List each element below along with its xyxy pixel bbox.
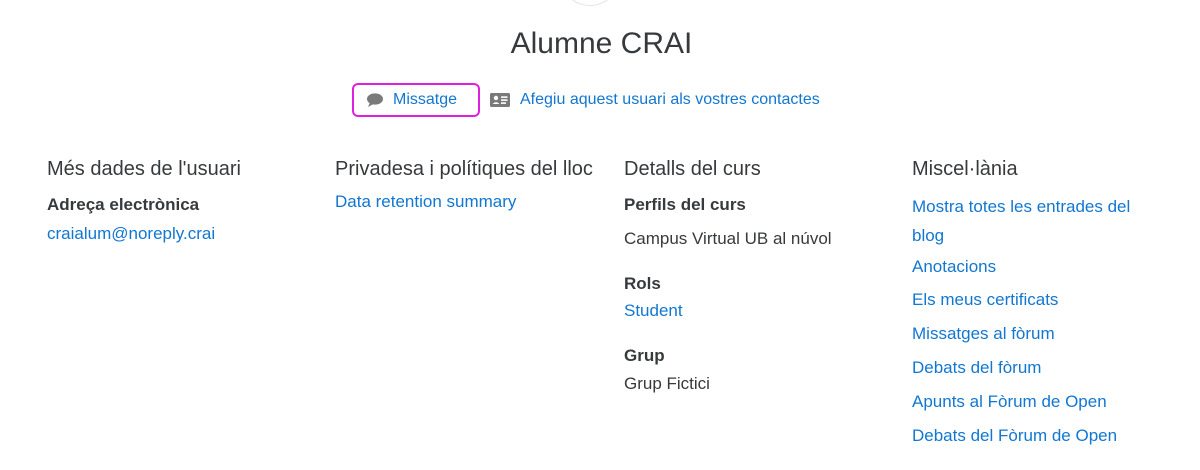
email-link[interactable]: craialum@noreply.crai [47,224,215,243]
open-forum-discussions-link[interactable]: Debats del Fòrum de Open [912,426,1117,445]
group-label: Grup [624,346,665,365]
profile-actions: Missatge Afegiu aquest usuari als vostre… [352,82,820,118]
message-button-label: Missatge [393,91,458,108]
course-details-heading: Detalls del curs [624,158,761,180]
list-item: Anotacions [912,252,1157,281]
misc-section: Miscel·lània Mostra totes les entrades d… [912,156,1157,450]
add-contact-button[interactable]: Afegiu aquest usuari als vostres contact… [490,91,820,109]
list-item: Mostra totes les entrades del blog [912,192,1137,250]
blog-entries-link[interactable]: Mostra totes les entrades del blog [912,197,1130,245]
course-profiles-label: Perfils del curs [624,195,746,214]
page-title: Alumne CRAI [510,27,693,60]
roles-label: Rols [624,274,661,293]
misc-heading: Miscel·lània [912,158,1018,180]
forum-posts-link[interactable]: Missatges al fòrum [912,324,1055,343]
open-forum-posts-link[interactable]: Apunts al Fòrum de Open [912,392,1107,411]
user-details-heading: Més dades de l'usuari [47,158,241,180]
forum-discussions-link[interactable]: Debats del fòrum [912,358,1041,377]
message-button[interactable]: Missatge [352,83,480,117]
course-details-section: Detalls del curs Perfils del curs Campus… [624,156,884,395]
group-value: Grup Fictici [624,374,710,393]
add-contact-label: Afegiu aquest usuari als vostres contact… [520,91,820,108]
misc-links-list: Mostra totes les entrades del blog Anota… [912,192,1157,450]
list-item: Missatges al fòrum [912,319,1157,348]
certificates-link[interactable]: Els meus certificats [912,290,1058,309]
privacy-section: Privadesa i polítiques del lloc Data ret… [335,156,595,212]
email-label: Adreça electrònica [47,195,200,214]
data-retention-link[interactable]: Data retention summary [335,192,516,211]
list-item: Debats del Fòrum de Open [912,421,1157,450]
course-profiles-value: Campus Virtual UB al núvol [624,229,832,248]
address-card-icon [490,93,510,107]
privacy-heading: Privadesa i polítiques del lloc [335,158,593,180]
list-item: Debats del fòrum [912,353,1157,382]
avatar [560,0,620,6]
notes-link[interactable]: Anotacions [912,257,996,276]
role-student-link[interactable]: Student [624,301,683,320]
speech-bubble-icon [366,92,384,108]
list-item: Apunts al Fòrum de Open [912,387,1157,416]
list-item: Els meus certificats [912,285,1157,314]
user-details-section: Més dades de l'usuari Adreça electrònica… [47,156,307,244]
